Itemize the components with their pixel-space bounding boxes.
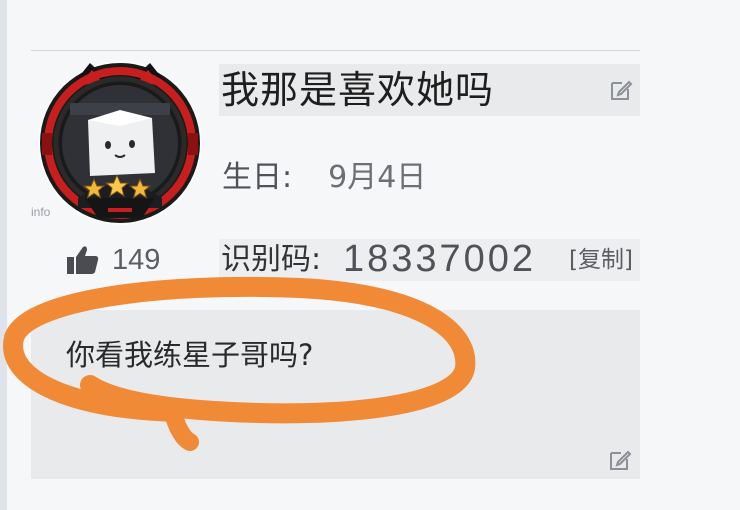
avatar[interactable] [30,58,210,228]
copy-button[interactable]: [复制] [569,246,633,274]
top-divider [31,50,640,51]
edit-nickname-icon[interactable] [608,77,634,103]
thumbs-up-icon [67,246,99,274]
window-left-edge [0,0,7,510]
avatar-info-label: info [31,205,51,219]
like-button[interactable]: 149 [66,242,160,278]
rank-stars-icon [82,175,152,200]
edit-signature-icon[interactable] [607,447,633,473]
birthday-label: 生日: [222,160,293,195]
like-count: 149 [112,243,161,276]
id-code-label: 识别码: [221,242,322,277]
signature-text: 你看我练星子哥吗? [66,338,314,372]
id-code-value: 18337002 [343,238,537,280]
birthday-value: 9月4日 [328,160,427,195]
birthday-row: 生日: 9月4日 [222,158,426,198]
nickname: 我那是喜欢她吗 [221,68,495,112]
